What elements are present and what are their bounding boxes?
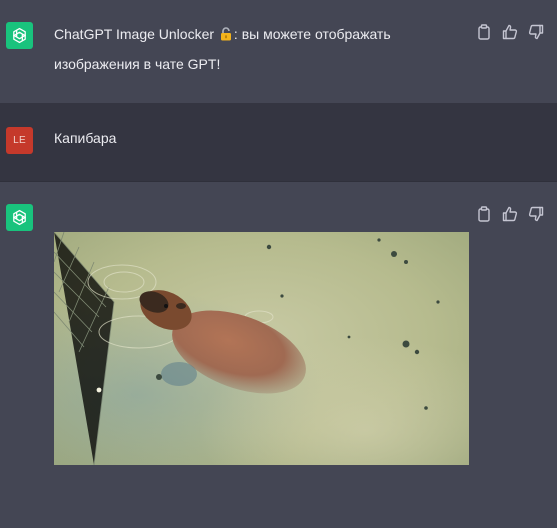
message-actions [475,205,545,223]
assistant-message-text: ChatGPT Image Unlocker : вы можете отобр… [54,20,391,78]
clipboard-icon[interactable] [475,205,493,223]
chatgpt-avatar [6,204,33,231]
message-suffix: : вы можете отображать [233,26,391,42]
openai-logo-icon [13,27,26,44]
lock-icon [220,22,232,50]
assistant-message-2 [0,182,557,528]
openai-logo-icon [13,209,26,226]
user-message: LE Капибара [0,103,557,181]
chatgpt-avatar [6,22,33,49]
assistant-message-1: ChatGPT Image Unlocker : вы можете отобр… [0,0,557,103]
clipboard-icon[interactable] [475,23,493,41]
thumbs-down-icon[interactable] [527,205,545,223]
user-message-text: Капибара [54,130,117,146]
message-title: ChatGPT Image Unlocker [54,26,215,42]
capybara-photo [54,232,469,465]
user-avatar: LE [6,127,33,154]
thumbs-down-icon[interactable] [527,23,545,41]
message-line-2: изображения в чате GPT! [54,56,221,72]
message-actions [475,23,545,41]
thumbs-up-icon[interactable] [501,205,519,223]
thumbs-up-icon[interactable] [501,23,519,41]
